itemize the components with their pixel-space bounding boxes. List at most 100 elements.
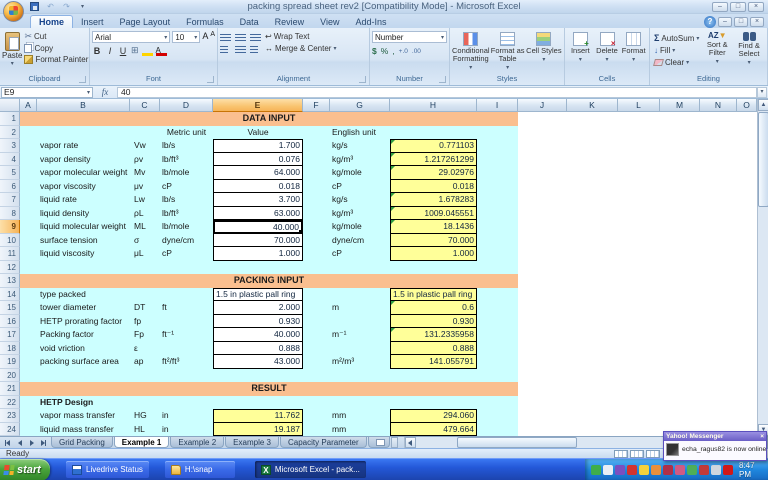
- column-header-M[interactable]: M: [660, 99, 700, 112]
- cell-C18[interactable]: ε: [130, 342, 160, 356]
- row-header-20[interactable]: 20: [0, 369, 20, 383]
- cell-B7[interactable]: liquid rate: [37, 193, 130, 207]
- column-header-O[interactable]: O: [737, 99, 757, 112]
- column-header-G[interactable]: G: [330, 99, 390, 112]
- cell-G18[interactable]: [330, 342, 390, 356]
- cell-D3[interactable]: lb/s: [160, 139, 213, 153]
- borders-button[interactable]: ⊞: [131, 45, 139, 56]
- row-header-10[interactable]: 10: [0, 234, 20, 248]
- dialog-launcher-icon[interactable]: [79, 76, 86, 83]
- next-sheet-button[interactable]: [26, 438, 37, 447]
- office-button[interactable]: [3, 1, 24, 22]
- row-header-2[interactable]: 2: [0, 126, 20, 140]
- cell-A2[interactable]: [20, 126, 160, 140]
- cell-F10[interactable]: [303, 234, 330, 248]
- cell-F17[interactable]: [303, 328, 330, 342]
- cell-E7[interactable]: 3.700: [213, 193, 303, 207]
- row-header-15[interactable]: 15: [0, 301, 20, 315]
- comma-button[interactable]: ,: [392, 46, 394, 56]
- cell-D5[interactable]: lb/mole: [160, 166, 213, 180]
- scroll-left-button[interactable]: [405, 437, 416, 448]
- cell-I18[interactable]: [477, 342, 518, 356]
- taskbar-button-excel[interactable]: X Microsoft Excel - pack...: [255, 461, 366, 478]
- cell-H24[interactable]: 479.664: [390, 423, 477, 437]
- clear-button[interactable]: Clear▾: [652, 57, 701, 68]
- delete-cells-button[interactable]: Delete ▾: [594, 30, 621, 64]
- cell-A22[interactable]: [20, 396, 37, 410]
- cell-C17[interactable]: Fp: [130, 328, 160, 342]
- cell-I10[interactable]: [477, 234, 518, 248]
- shrink-font-button[interactable]: A: [210, 31, 215, 43]
- align-left-button[interactable]: [220, 45, 231, 53]
- cell-A7[interactable]: [20, 193, 37, 207]
- row-header-23[interactable]: 23: [0, 409, 20, 423]
- cell-A17[interactable]: [20, 328, 37, 342]
- row-header-1[interactable]: 1: [0, 112, 20, 126]
- insert-cells-button[interactable]: Insert ▾: [567, 30, 594, 64]
- cell-D6[interactable]: cP: [160, 180, 213, 194]
- cell-C11[interactable]: μL: [130, 247, 160, 261]
- cell-D18[interactable]: [160, 342, 213, 356]
- cell-G14[interactable]: [330, 288, 390, 302]
- tray-icon-antivirus[interactable]: [627, 465, 637, 475]
- align-middle-button[interactable]: [235, 33, 246, 41]
- cell-F2[interactable]: [303, 126, 330, 140]
- cell-B3[interactable]: vapor rate: [37, 139, 130, 153]
- cell-C14[interactable]: [130, 288, 160, 302]
- cell-I11[interactable]: [477, 247, 518, 261]
- expand-formula-bar-button[interactable]: ▾: [757, 87, 767, 98]
- wrap-text-button[interactable]: ↩Wrap Text: [265, 32, 309, 41]
- cell-I15[interactable]: [477, 301, 518, 315]
- tab-home[interactable]: Home: [30, 15, 73, 28]
- cell-B16[interactable]: HETP prorating factor: [37, 315, 130, 329]
- percent-button[interactable]: %: [381, 46, 389, 56]
- format-cells-button[interactable]: Format ▾: [620, 30, 647, 64]
- row-header-12[interactable]: 12: [0, 261, 20, 275]
- column-header-E[interactable]: E: [213, 99, 303, 112]
- last-sheet-button[interactable]: [38, 438, 49, 447]
- cell-E2[interactable]: Value: [213, 126, 303, 140]
- cell-F5[interactable]: [303, 166, 330, 180]
- cell-H6[interactable]: 0.018: [390, 180, 477, 194]
- cell-F7[interactable]: [303, 193, 330, 207]
- cell-B14[interactable]: type packed: [37, 288, 130, 302]
- row-header-16[interactable]: 16: [0, 315, 20, 329]
- cell-H11[interactable]: 1.000: [390, 247, 477, 261]
- cell-A10[interactable]: [20, 234, 37, 248]
- cell-D17[interactable]: ft⁻¹: [160, 328, 213, 342]
- column-header-J[interactable]: J: [518, 99, 567, 112]
- start-button[interactable]: start: [0, 459, 50, 480]
- cell-G15[interactable]: m: [330, 301, 390, 315]
- cell-G5[interactable]: kg/mole: [330, 166, 390, 180]
- maximize-button[interactable]: □: [730, 2, 746, 12]
- cell-A6[interactable]: [20, 180, 37, 194]
- cell-C19[interactable]: ap: [130, 355, 160, 369]
- cell-H4[interactable]: 1.217261299: [390, 153, 477, 167]
- cell-H2[interactable]: [390, 126, 518, 140]
- row-header-13[interactable]: 13: [0, 274, 20, 288]
- cell-D19[interactable]: ft²/ft³: [160, 355, 213, 369]
- previous-sheet-button[interactable]: [14, 438, 25, 447]
- row-header-9[interactable]: 9: [0, 220, 20, 234]
- cell-I17[interactable]: [477, 328, 518, 342]
- tray-icon-network[interactable]: [663, 465, 673, 475]
- cell-B10[interactable]: surface tension: [37, 234, 130, 248]
- cell-I9[interactable]: [477, 220, 518, 234]
- page-break-view-button[interactable]: [646, 450, 660, 458]
- cell-E14[interactable]: 1.5 in plastic pall ring: [213, 288, 303, 302]
- grow-font-button[interactable]: A: [202, 31, 208, 43]
- cell-A5[interactable]: [20, 166, 37, 180]
- cell-D2[interactable]: Metric unit: [160, 126, 213, 140]
- cell-H9[interactable]: 18.1436: [390, 220, 477, 234]
- paste-button[interactable]: Paste ▾: [2, 30, 22, 67]
- cell-D11[interactable]: cP: [160, 247, 213, 261]
- tab-insert[interactable]: Insert: [73, 16, 112, 28]
- cell-H15[interactable]: 0.6: [390, 301, 477, 315]
- tray-icon-security[interactable]: [675, 465, 685, 475]
- taskbar-button-livedrive[interactable]: Livedrive Status: [66, 461, 149, 478]
- fill-button[interactable]: ↓Fill▾: [652, 45, 701, 56]
- cell-H3[interactable]: 0.771103: [390, 139, 477, 153]
- row-header-22[interactable]: 22: [0, 396, 20, 410]
- cell-B17[interactable]: Packing factor: [37, 328, 130, 342]
- cell-I8[interactable]: [477, 207, 518, 221]
